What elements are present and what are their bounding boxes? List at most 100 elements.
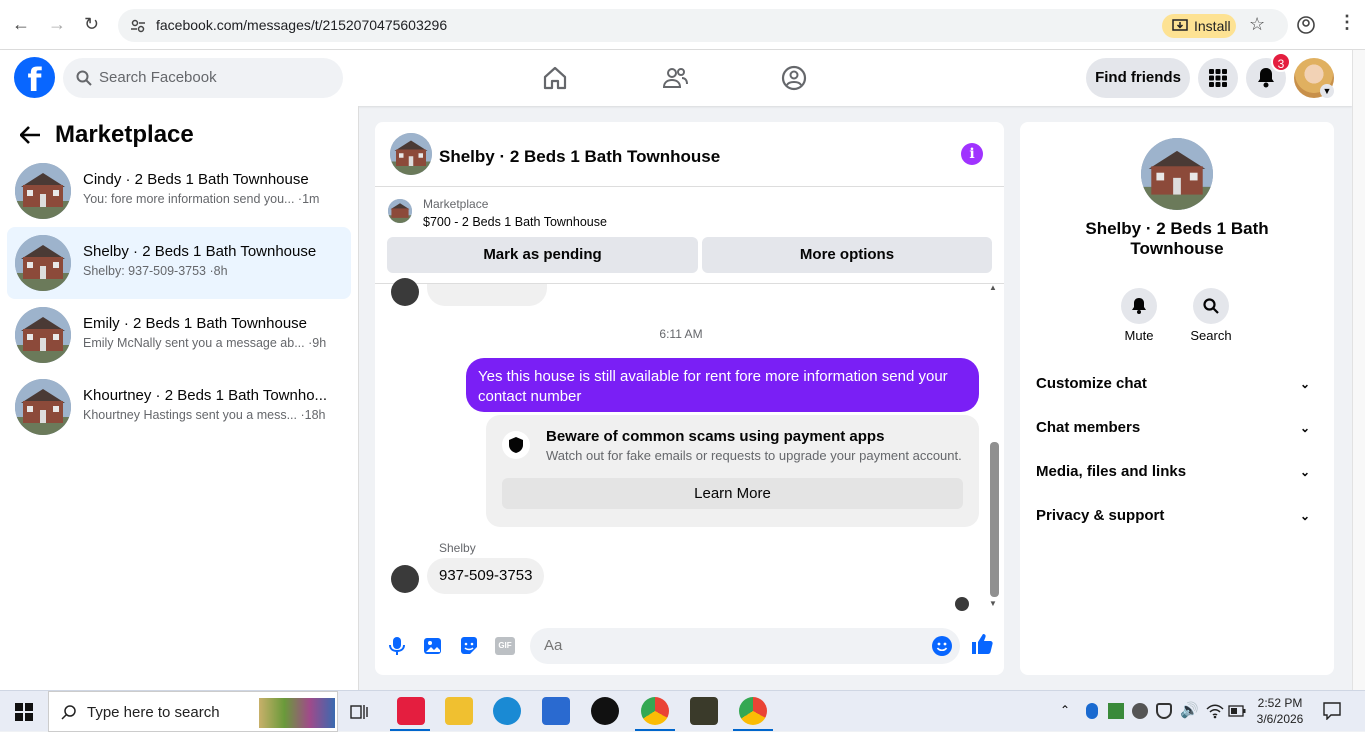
conversation-name: Shelby · 2 Beds 1 Bath Townhouse: [83, 243, 317, 260]
search-icon: [76, 70, 92, 86]
profile-icon[interactable]: [1297, 16, 1315, 34]
listing-title[interactable]: $700 - 2 Beds 1 Bath Townhouse: [423, 215, 607, 229]
section-label: Chat members: [1036, 419, 1141, 436]
file-explorer-icon[interactable]: [445, 697, 473, 725]
emoji-icon[interactable]: [932, 636, 952, 656]
edge-browser-icon[interactable]: [493, 697, 521, 725]
microphone-icon[interactable]: [387, 636, 407, 656]
menu-button[interactable]: [1198, 58, 1238, 98]
windows-start-icon[interactable]: [15, 703, 33, 721]
mute-label: Mute: [1124, 328, 1154, 343]
search-conversation-button[interactable]: [1193, 288, 1229, 324]
clock-date: 3/6/2026: [1256, 712, 1304, 726]
chat-avatar[interactable]: [390, 133, 432, 175]
microsoft-store-icon[interactable]: [542, 697, 570, 725]
tray-app-icon[interactable]: [1108, 703, 1124, 719]
forward-icon[interactable]: →: [48, 14, 66, 35]
system-clock[interactable]: 2:52 PM 3/6/2026: [1250, 695, 1310, 727]
mute-button[interactable]: [1121, 288, 1157, 324]
back-icon[interactable]: ←: [12, 14, 30, 35]
scroll-up-icon[interactable]: ▲: [989, 283, 997, 292]
page-scrollbar[interactable]: [1352, 50, 1365, 690]
tray-app-icon[interactable]: [1132, 703, 1148, 719]
security-shield-icon[interactable]: [1156, 703, 1172, 719]
listing-thumbnail: [15, 379, 71, 435]
message-input[interactable]: [530, 628, 960, 664]
incoming-message[interactable]: 937-509-3753: [427, 558, 545, 594]
friends-icon[interactable]: [661, 64, 689, 92]
profile-picture[interactable]: [1141, 138, 1213, 210]
gif-button[interactable]: GIF: [495, 637, 515, 655]
sticker-icon[interactable]: [459, 636, 479, 656]
marketplace-label: Marketplace: [423, 197, 489, 211]
conversation-name: Cindy · 2 Beds 1 Bath Townhouse: [83, 171, 309, 188]
profile-name: Shelby · 2 Beds 1 Bath Townhouse: [1085, 219, 1269, 258]
site-settings-icon[interactable]: [130, 18, 146, 34]
thumbs-up-icon[interactable]: [971, 633, 993, 655]
address-bar[interactable]: facebook.com/messages/t/2152070475603296: [118, 9, 1288, 42]
scam-warning-text: Watch out for fake emails or requests to…: [546, 448, 962, 463]
mark-as-pending-button[interactable]: Mark as pending: [387, 237, 698, 273]
find-friends-button[interactable]: Find friends: [1086, 58, 1190, 98]
search-icon: [61, 705, 76, 720]
conversation-preview: Shelby: 937-509-3753 ·8h: [83, 264, 228, 278]
privacy-support-section[interactable]: Privacy & support ⌄: [1036, 494, 1318, 538]
windows-taskbar: Type here to search ⌃ 🔊 2:52 PM 3/6/2026: [0, 690, 1365, 732]
outgoing-message[interactable]: Yes this house is still available for re…: [466, 358, 979, 412]
info-icon[interactable]: i: [961, 143, 983, 165]
bluetooth-icon[interactable]: [1086, 703, 1098, 719]
conversation-preview: Khourtney Hastings sent you a mess... ·1…: [83, 408, 326, 422]
taskbar-app-icon[interactable]: [397, 697, 425, 725]
install-button[interactable]: Install: [1162, 14, 1236, 38]
battery-icon[interactable]: [1228, 705, 1246, 717]
shield-icon: [502, 431, 530, 459]
message-composer: GIF: [375, 622, 1004, 675]
tiktok-icon[interactable]: [591, 697, 619, 725]
browser-menu-icon[interactable]: ⋮: [1338, 12, 1356, 33]
home-icon[interactable]: [541, 64, 569, 92]
wifi-icon[interactable]: [1206, 703, 1224, 719]
scam-warning-card: Beware of common scams using payment app…: [486, 415, 979, 527]
reload-icon[interactable]: ↻: [84, 14, 99, 35]
chat-panel: Shelby · 2 Beds 1 Bath Townhouse i Marke…: [375, 122, 1004, 675]
conversation-item-shelby[interactable]: Shelby · 2 Beds 1 Bath Townhouse Shelby:…: [7, 227, 351, 299]
volume-icon[interactable]: 🔊: [1180, 701, 1199, 719]
conversation-item-emily[interactable]: Emily · 2 Beds 1 Bath Townhouse Emily Mc…: [7, 299, 351, 371]
media-files-links-section[interactable]: Media, files and links ⌄: [1036, 450, 1318, 494]
notification-center-icon[interactable]: [1323, 702, 1341, 720]
more-options-button[interactable]: More options: [702, 237, 992, 273]
chrome-icon[interactable]: [739, 697, 767, 725]
search-icon: [1203, 298, 1219, 314]
scroll-down-icon[interactable]: ▼: [989, 599, 997, 608]
customize-chat-section[interactable]: Customize chat ⌄: [1036, 362, 1318, 406]
search-input[interactable]: Search Facebook: [63, 58, 343, 98]
message-timestamp: 6:11 AM: [659, 327, 703, 341]
scrollbar-thumb[interactable]: [990, 442, 999, 597]
photo-icon[interactable]: [423, 636, 443, 656]
conversation-item-khourtney[interactable]: Khourtney · 2 Beds 1 Bath Townho... Khou…: [7, 371, 351, 443]
groups-icon[interactable]: [780, 64, 808, 92]
conversation-item-cindy[interactable]: Cindy · 2 Beds 1 Bath Townhouse You: for…: [7, 155, 351, 227]
clock-time: 2:52 PM: [1257, 696, 1303, 710]
conversation-name: Emily · 2 Beds 1 Bath Townhouse: [83, 315, 308, 332]
chat-header: Shelby · 2 Beds 1 Bath Townhouse i: [375, 122, 1004, 187]
taskbar-search-input[interactable]: Type here to search: [48, 691, 338, 732]
sender-avatar[interactable]: [391, 278, 419, 306]
back-arrow-icon[interactable]: [20, 126, 40, 144]
conversation-name: Khourtney · 2 Beds 1 Bath Townho...: [83, 387, 328, 404]
chevron-up-icon[interactable]: ⌃: [1060, 703, 1070, 717]
chat-title[interactable]: Shelby · 2 Beds 1 Bath Townhouse: [439, 147, 720, 167]
listing-thumbnail: [15, 307, 71, 363]
chrome-icon[interactable]: [641, 697, 669, 725]
taskbar-app-icon[interactable]: [690, 697, 718, 725]
learn-more-button[interactable]: Learn More: [502, 478, 963, 509]
message-bubble-partial: [427, 284, 547, 306]
notification-badge: 3: [1271, 52, 1291, 72]
sender-avatar[interactable]: [391, 565, 419, 593]
chat-members-section[interactable]: Chat members ⌄: [1036, 406, 1318, 450]
bookmark-star-icon[interactable]: ☆: [1249, 14, 1265, 35]
search-placeholder: Search Facebook: [99, 69, 217, 86]
facebook-logo[interactable]: f: [14, 57, 55, 99]
task-view-icon[interactable]: [349, 703, 369, 721]
chevron-down-icon[interactable]: ▼: [1320, 84, 1334, 98]
